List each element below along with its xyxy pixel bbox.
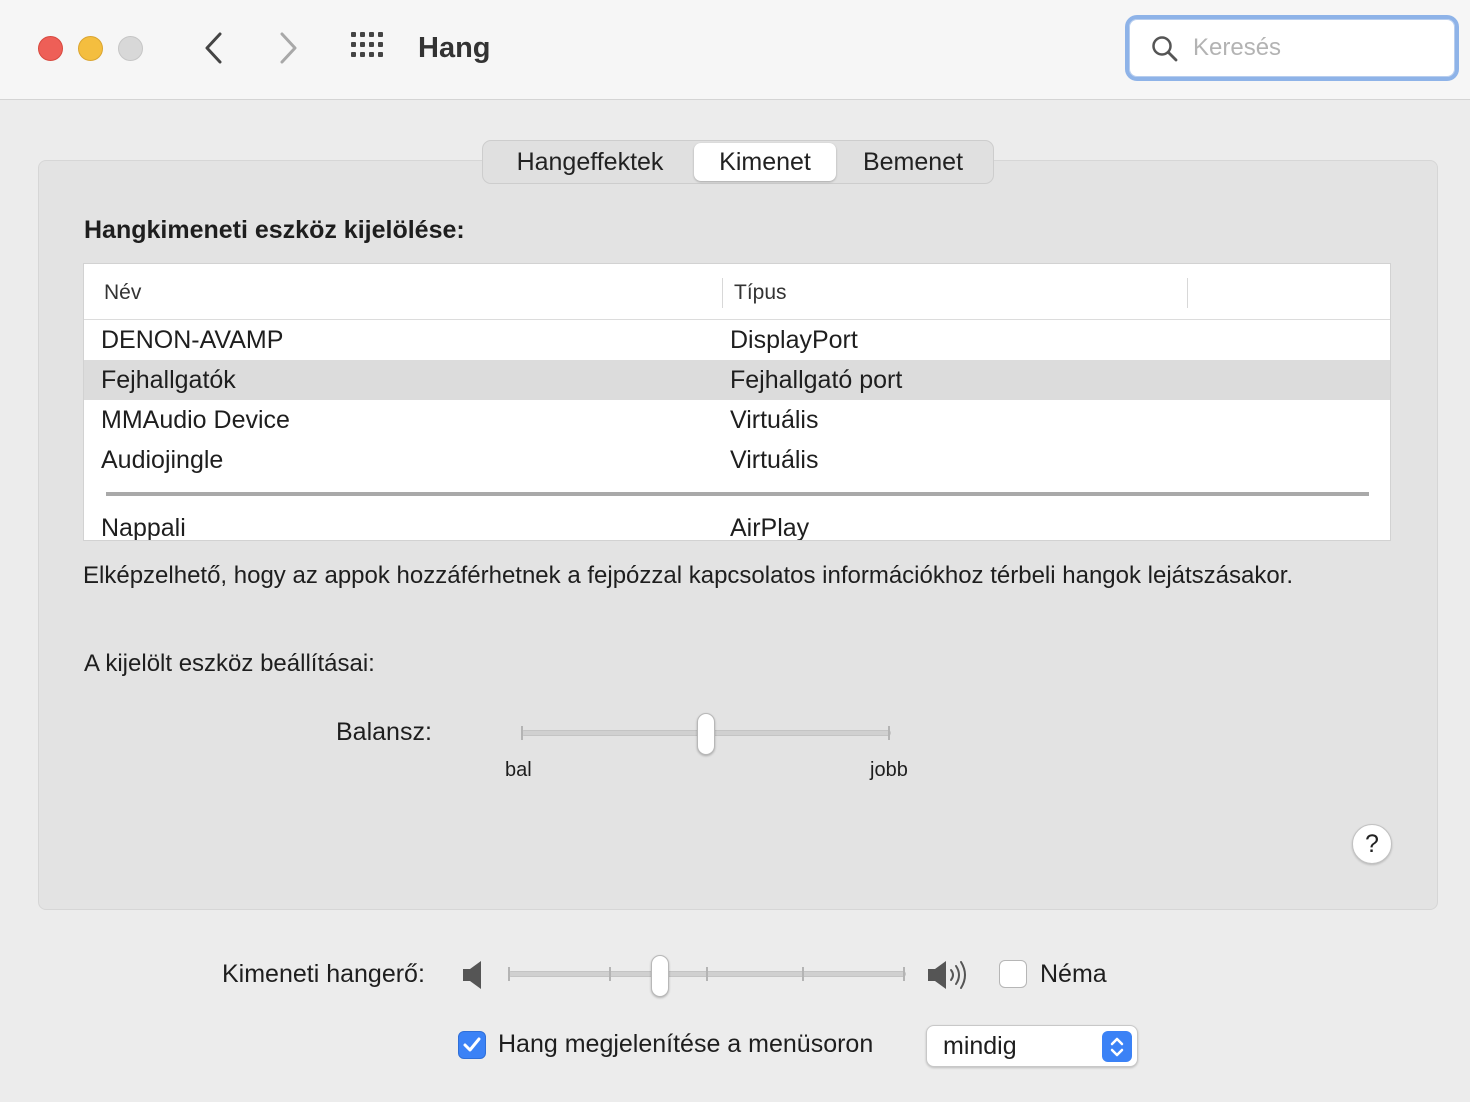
chevron-right-icon: [280, 32, 297, 64]
updown-arrows-icon: [1110, 1037, 1124, 1056]
checkmark-icon: [463, 1037, 481, 1052]
speaker-high-icon: [928, 961, 966, 989]
titlebar: Hang: [0, 0, 1470, 100]
column-header-type[interactable]: Típus: [734, 281, 787, 305]
volume-tick: [706, 967, 708, 981]
table-row[interactable]: DENON-AVAMP DisplayPort: [84, 320, 1390, 360]
tab-output[interactable]: Kimenet: [694, 143, 836, 181]
help-button[interactable]: ?: [1352, 824, 1392, 864]
device-type: Fejhallgató port: [730, 366, 903, 394]
balance-max-label: jobb: [870, 759, 908, 781]
forward-button[interactable]: [268, 28, 308, 68]
volume-tick: [609, 967, 611, 981]
balance-tick: [521, 726, 523, 740]
balance-tick: [888, 726, 890, 740]
device-name: Audiojingle: [101, 446, 224, 474]
balance-thumb[interactable]: [697, 713, 715, 755]
tab-input[interactable]: Bemenet: [836, 143, 990, 181]
volume-tick: [802, 967, 804, 981]
table-row[interactable]: Nappali AirPlay: [84, 508, 1390, 541]
table-row[interactable]: MMAudio Device Virtuális: [84, 400, 1390, 440]
search-input[interactable]: [1193, 31, 1443, 65]
tab-bar: Hangeffektek Kimenet Bemenet: [482, 140, 994, 184]
column-divider[interactable]: [1187, 278, 1188, 308]
device-name: DENON-AVAMP: [101, 326, 284, 354]
balance-min-label: bal: [505, 759, 532, 781]
minimize-button[interactable]: [78, 36, 103, 61]
column-divider[interactable]: [722, 278, 723, 308]
show-in-menubar-checkbox[interactable]: [458, 1031, 486, 1059]
volume-tick: [508, 967, 510, 981]
device-name: MMAudio Device: [101, 406, 290, 434]
close-button[interactable]: [38, 36, 63, 61]
popup-arrows: [1102, 1031, 1132, 1062]
device-name: Nappali: [101, 514, 186, 541]
device-type: AirPlay: [730, 514, 810, 541]
device-type: DisplayPort: [730, 326, 858, 354]
table-row[interactable]: Audiojingle Virtuális: [84, 440, 1390, 480]
grid-icon: [351, 32, 383, 57]
group-separator: [106, 492, 1369, 496]
volume-thumb[interactable]: [651, 955, 669, 997]
tab-sound-effects[interactable]: Hangeffektek: [486, 143, 694, 181]
search-icon: [1152, 36, 1178, 62]
back-button[interactable]: [194, 28, 234, 68]
output-volume-label: Kimeneti hangerő:: [222, 960, 425, 988]
show-all-button[interactable]: [349, 30, 389, 66]
speaker-low-icon: [463, 961, 481, 989]
show-in-menubar-label[interactable]: Hang megjelenítése a menüsoron: [498, 1030, 873, 1059]
balance-label: Balansz:: [336, 718, 432, 746]
volume-tick: [903, 967, 905, 981]
device-table[interactable]: Név Típus DENON-AVAMP DisplayPort Fejhal…: [83, 263, 1391, 541]
spatial-audio-info: Elképzelhető, hogy az appok hozzáférhetn…: [83, 562, 1294, 589]
device-name: Fejhallgatók: [101, 366, 236, 394]
chevron-left-icon: [205, 32, 222, 64]
popup-selected-value: mindig: [943, 1032, 1017, 1060]
search-field[interactable]: [1125, 15, 1459, 81]
device-type: Virtuális: [730, 446, 819, 474]
column-header-name[interactable]: Név: [104, 281, 141, 305]
zoom-button: [118, 36, 143, 61]
menubar-visibility-popup[interactable]: mindig: [926, 1025, 1138, 1067]
table-header: Név Típus: [84, 264, 1390, 320]
device-settings-label: A kijelölt eszköz beállításai:: [84, 650, 375, 677]
mute-label[interactable]: Néma: [1040, 960, 1107, 989]
section-title: Hangkimeneti eszköz kijelölése:: [84, 216, 465, 244]
table-row-selected[interactable]: Fejhallgatók Fejhallgató port: [84, 360, 1390, 400]
window-title: Hang: [418, 32, 491, 64]
mute-checkbox[interactable]: [999, 960, 1027, 988]
device-type: Virtuális: [730, 406, 819, 434]
